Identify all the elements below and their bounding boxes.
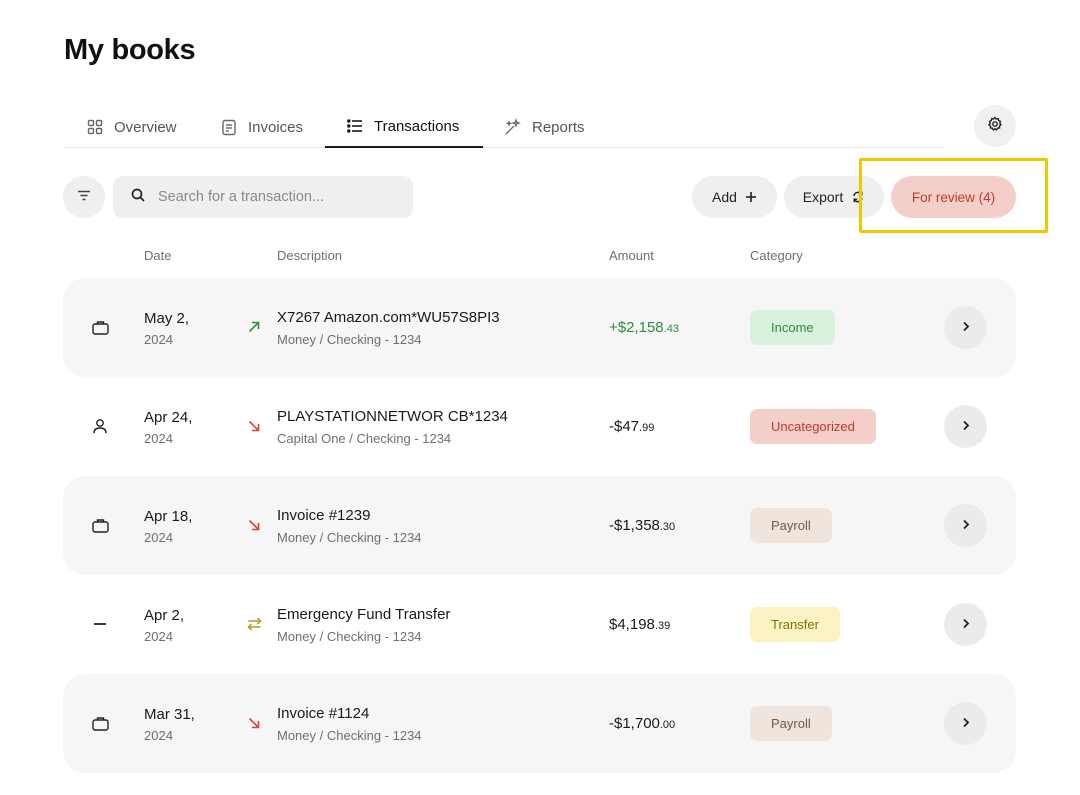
transaction-date: May 2,	[144, 310, 190, 327]
for-review-button[interactable]: For review (4)	[891, 176, 1016, 218]
transaction-description: Invoice #1124	[277, 705, 370, 722]
amount-cents: .30	[659, 521, 676, 533]
transaction-year: 2024	[144, 332, 173, 347]
table-row[interactable]: Apr 18, 2024 Invoice #1239 Money / Check…	[63, 476, 1016, 575]
amount-cents: .00	[659, 719, 676, 731]
plus-icon	[745, 191, 757, 203]
chevron-right-icon	[962, 616, 970, 634]
list-icon	[346, 117, 364, 135]
table-row[interactable]: May 2, 2024 X7267 Amazon.com*WU57S8PI3 M…	[63, 278, 1016, 377]
transaction-amount: $4,198.39	[609, 616, 670, 633]
search-icon	[131, 188, 145, 207]
filter-icon	[77, 188, 91, 206]
amount-cents: .39	[654, 620, 671, 632]
document-icon	[220, 118, 238, 136]
transaction-amount: -$1,358.30	[609, 517, 675, 534]
transaction-amount: -$47.99	[609, 418, 654, 435]
transaction-account: Money / Checking - 1234	[277, 629, 422, 644]
amount-main: $4,198	[609, 616, 655, 633]
search-input[interactable]	[158, 189, 398, 205]
amount-main: -$1,700	[609, 715, 660, 732]
tab-reports[interactable]: Reports	[504, 106, 585, 148]
tab-bar: Overview Invoices Transactions Reports	[64, 106, 944, 148]
table-row[interactable]: Mar 31, 2024 Invoice #1124 Money / Check…	[63, 674, 1016, 773]
grid-icon	[86, 118, 104, 136]
category-badge[interactable]: Transfer	[750, 607, 840, 642]
outflow-arrow-icon	[245, 417, 263, 435]
transaction-description: Emergency Fund Transfer	[277, 606, 451, 623]
add-button-label: Add	[712, 189, 737, 205]
row-open-button[interactable]	[944, 405, 987, 448]
table-row[interactable]: Apr 2, 2024 Emergency Fund Transfer Mone…	[63, 575, 1016, 674]
row-open-button[interactable]	[944, 504, 987, 547]
transaction-year: 2024	[144, 728, 173, 743]
chevron-right-icon	[962, 418, 970, 436]
chevron-right-icon	[962, 517, 970, 535]
row-open-button[interactable]	[944, 702, 987, 745]
dash-icon	[91, 615, 109, 633]
export-button[interactable]: Export	[784, 176, 884, 218]
transaction-account: Money / Checking - 1234	[277, 728, 422, 743]
transaction-date: Apr 2,	[144, 607, 185, 624]
category-badge[interactable]: Uncategorized	[750, 409, 876, 444]
column-header-date: Date	[144, 248, 172, 263]
inflow-arrow-icon	[245, 318, 263, 336]
tab-overview[interactable]: Overview	[86, 106, 177, 148]
transaction-year: 2024	[144, 431, 173, 446]
chevron-right-icon	[962, 715, 970, 733]
transfer-arrows-icon	[245, 615, 263, 633]
chevron-right-icon	[962, 319, 970, 337]
export-button-label: Export	[802, 189, 844, 205]
category-badge[interactable]: Income	[750, 310, 835, 345]
column-header-category: Category	[750, 248, 803, 263]
row-open-button[interactable]	[944, 306, 987, 349]
transaction-account: Money / Checking - 1234	[277, 530, 422, 545]
amount-cents: .43	[663, 323, 679, 335]
gear-icon	[987, 115, 1003, 137]
settings-button[interactable]	[974, 105, 1016, 147]
export-icon	[851, 190, 865, 204]
transaction-account: Capital One / Checking - 1234	[277, 431, 452, 446]
tab-transactions[interactable]: Transactions	[325, 106, 483, 148]
person-icon	[91, 417, 109, 435]
outflow-arrow-icon	[245, 516, 263, 534]
transaction-year: 2024	[144, 629, 173, 644]
sparkle-icon	[504, 118, 522, 136]
transaction-year: 2024	[144, 530, 173, 545]
transaction-description: PLAYSTATIONNETWOR CB*1234	[277, 408, 508, 425]
tab-transactions-label: Transactions	[374, 117, 460, 135]
tab-invoices[interactable]: Invoices	[220, 106, 303, 148]
amount-main: +$2,158	[609, 319, 664, 336]
tab-reports-label: Reports	[532, 118, 585, 136]
briefcase-icon	[91, 318, 109, 336]
outflow-arrow-icon	[245, 714, 263, 732]
add-button[interactable]: Add	[692, 176, 777, 218]
transaction-date: Mar 31,	[144, 706, 195, 723]
column-header-description: Description	[277, 248, 343, 263]
table-row[interactable]: Apr 24, 2024 PLAYSTATIONNETWOR CB*1234 C…	[63, 377, 1016, 476]
transaction-amount: -$1,700.00	[609, 715, 675, 732]
filter-button[interactable]	[63, 176, 105, 218]
search-bar[interactable]	[113, 176, 413, 218]
transaction-description: X7267 Amazon.com*WU57S8PI3	[277, 309, 500, 326]
row-open-button[interactable]	[944, 603, 987, 646]
transaction-date: Apr 18,	[144, 508, 193, 525]
tab-overview-label: Overview	[114, 118, 177, 136]
category-badge[interactable]: Payroll	[750, 706, 832, 741]
transaction-account: Money / Checking - 1234	[277, 332, 422, 347]
amount-main: -$1,358	[609, 517, 660, 534]
transaction-date: Apr 24,	[144, 409, 193, 426]
amount-main: -$47	[609, 418, 640, 435]
category-badge[interactable]: Payroll	[750, 508, 832, 543]
page-title: My books	[64, 34, 196, 66]
tab-invoices-label: Invoices	[248, 118, 304, 136]
briefcase-icon	[91, 516, 109, 534]
transaction-description: Invoice #1239	[277, 507, 371, 524]
transaction-amount: +$2,158.43	[609, 319, 679, 336]
column-header-amount: Amount	[609, 248, 654, 263]
briefcase-icon	[91, 714, 109, 732]
amount-cents: .99	[639, 422, 655, 434]
